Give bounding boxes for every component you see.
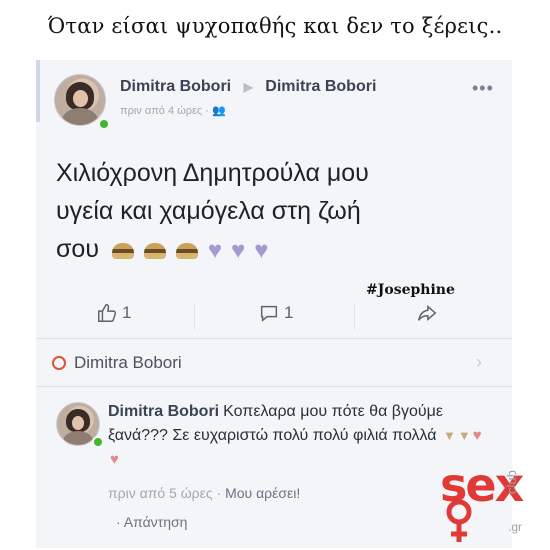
purple-heart-icon: ♥ xyxy=(231,237,246,265)
reply-target-name: Dimitra Bobori xyxy=(74,353,182,372)
heart-icon: ♥ xyxy=(472,427,482,444)
post-timestamp[interactable]: πριν από 4 ώρες · 👥 xyxy=(120,104,226,117)
like-count: 1 xyxy=(122,303,132,322)
logo-sub-text: club xyxy=(504,470,519,494)
post-text-line: σου ♥ ♥ ♥ xyxy=(56,230,496,270)
meme-caption: Όταν είσαι ψυχοπαθής και δεν το ξέρεις.. xyxy=(47,14,503,38)
venus-symbol-icon xyxy=(446,499,472,542)
sexclub-logo: sex club .gr xyxy=(418,458,538,546)
post-header: Dimitra Bobori ▶ Dimitra Bobori xyxy=(120,78,376,96)
divider xyxy=(36,338,512,339)
divider xyxy=(36,386,512,387)
share-button[interactable] xyxy=(416,302,438,324)
friends-icon: 👥 xyxy=(211,105,226,117)
heart-icon: ♥ xyxy=(110,451,119,469)
card-accent-bar xyxy=(36,60,40,122)
post-author-link[interactable]: Dimitra Bobori xyxy=(120,78,231,95)
comment-author-link[interactable]: Dimitra Bobori xyxy=(108,403,219,420)
post-action-bar: 1 1 xyxy=(36,296,512,336)
emoji-row: ♥ ♥ ♥ xyxy=(111,231,271,270)
burger-icon xyxy=(175,243,198,260)
burger-icon xyxy=(111,243,134,260)
reply-row: · Απάντηση xyxy=(116,514,188,530)
comment-count: 1 xyxy=(284,303,294,322)
post-text: Χιλιόχρονη Δημητρούλα μου υγεία και χαμό… xyxy=(56,154,496,270)
purple-heart-icon: ♥ xyxy=(207,237,223,265)
post-target-link[interactable]: Dimitra Bobori xyxy=(265,78,376,95)
ice-cream-icon: ▼ xyxy=(443,428,456,443)
purple-heart-icon: ♥ xyxy=(254,237,269,265)
thumbs-up-icon xyxy=(98,304,117,322)
ring-icon xyxy=(52,356,66,370)
comment-like-link[interactable]: Μου αρέσει! xyxy=(225,485,300,501)
chevron-right-icon[interactable]: › xyxy=(476,352,482,373)
burger-icon xyxy=(143,243,166,260)
divider xyxy=(354,304,355,330)
comment-button[interactable]: 1 xyxy=(258,302,293,324)
comment-meta: πριν από 5 ώρες · Μου αρέσει! xyxy=(108,485,301,501)
share-arrow-icon xyxy=(418,304,437,322)
post-text-line: Χιλιόχρονη Δημητρούλα μου xyxy=(56,159,369,187)
post-avatar[interactable] xyxy=(54,74,106,126)
reply-target-row[interactable]: Dimitra Bobori xyxy=(52,353,182,373)
like-button[interactable]: 1 xyxy=(96,302,131,324)
post-text-line: υγεία και χαμόγελα στη ζωή xyxy=(56,197,361,225)
ice-cream-icon: ▼ xyxy=(457,428,471,443)
comment-bubble-icon xyxy=(260,305,278,322)
logo-tld-text: .gr xyxy=(508,520,523,534)
online-status-dot xyxy=(92,436,104,448)
divider xyxy=(194,304,195,330)
caret-right-icon: ▶ xyxy=(243,80,253,94)
comment-time[interactable]: πριν από 5 ώρες xyxy=(108,485,213,501)
more-options-icon[interactable]: ••• xyxy=(472,78,494,99)
reply-link[interactable]: Απάντηση xyxy=(124,514,188,530)
online-status-dot xyxy=(98,118,110,130)
